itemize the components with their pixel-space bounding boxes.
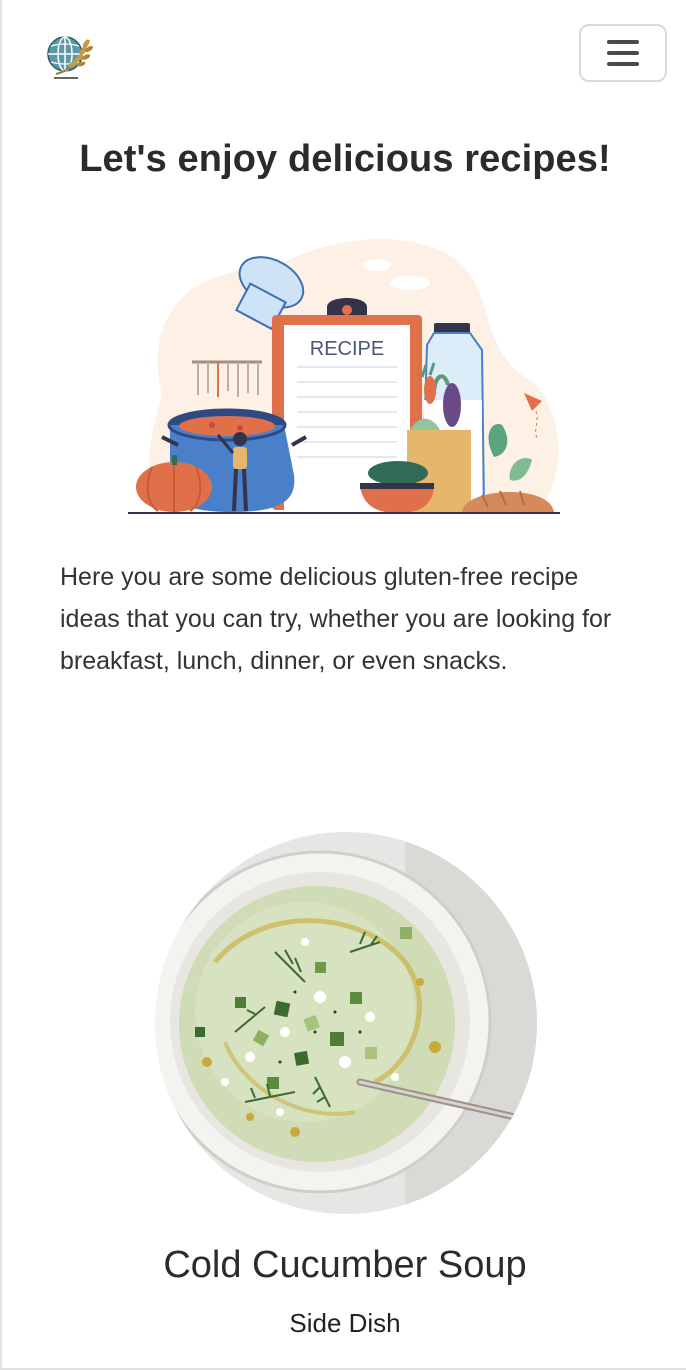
recipe-illustration: RECIPE <box>122 225 572 520</box>
recipe-clipboard-label: RECIPE <box>310 338 384 360</box>
globe-wheat-logo-icon[interactable] <box>42 30 94 82</box>
page-title: Let's enjoy delicious recipes! <box>79 138 611 180</box>
hamburger-menu-icon <box>607 40 639 66</box>
recipe-title[interactable]: Cold Cucumber Soup <box>2 1244 686 1287</box>
hamburger-menu-button[interactable] <box>579 24 667 82</box>
cucumber-soup-photo[interactable] <box>155 832 537 1214</box>
intro-paragraph: Here you are some delicious gluten-free … <box>60 563 612 675</box>
recipe-category: Side Dish <box>289 1308 401 1338</box>
navbar <box>2 0 686 110</box>
page: Let's enjoy delicious recipes! RECIPE He… <box>0 0 686 1370</box>
